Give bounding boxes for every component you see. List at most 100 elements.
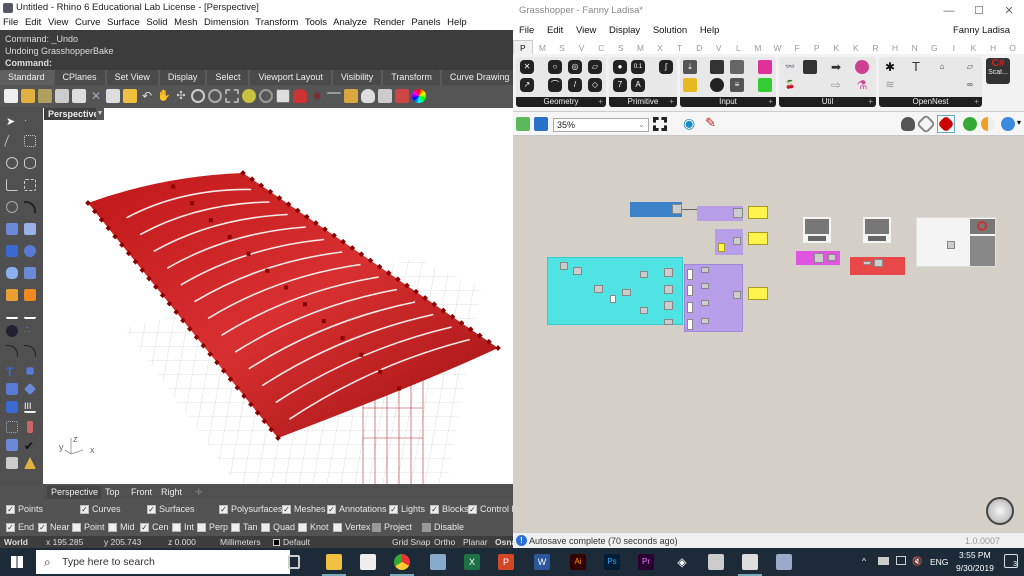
toggle-icon[interactable] xyxy=(710,60,724,74)
galapagos-icon[interactable] xyxy=(855,60,869,74)
polyline-icon[interactable] xyxy=(3,135,21,147)
purple-group[interactable] xyxy=(715,229,743,255)
filter-blocks[interactable]: ✓ Blocks xyxy=(430,504,469,514)
powerpoint-icon[interactable]: P xyxy=(498,554,514,570)
gh-menu-solution[interactable]: Solution xyxy=(653,25,687,36)
nest-icon[interactable]: ✱ xyxy=(883,60,897,74)
render-material-icon[interactable] xyxy=(24,457,36,469)
viewport-tab-right[interactable]: Right xyxy=(157,486,187,499)
preview-eye-icon[interactable]: ◉ xyxy=(683,115,695,132)
clock-time[interactable]: 3:55 PM xyxy=(959,550,991,560)
gh-component[interactable] xyxy=(733,291,741,299)
cluster-icon[interactable] xyxy=(803,60,817,74)
gh-tab-display[interactable]: D xyxy=(689,41,709,54)
checkbox-checked-icon[interactable]: ✓ xyxy=(6,522,15,532)
action-center-icon[interactable]: 3 xyxy=(1004,554,1018,568)
menu-file[interactable]: File xyxy=(3,17,18,28)
show-hidden-icons-chevron-icon[interactable]: ^ xyxy=(862,556,866,566)
join-icon[interactable] xyxy=(24,307,36,319)
rotate-icon[interactable] xyxy=(259,89,273,103)
gh-tab-sets[interactable]: S xyxy=(552,41,572,54)
chevron-down-icon[interactable]: ⌄ xyxy=(638,119,645,131)
cut-icon[interactable]: ✕ xyxy=(89,89,103,103)
white-group[interactable] xyxy=(916,217,996,267)
zoom-window-icon[interactable] xyxy=(208,89,222,103)
line-param-icon[interactable]: / xyxy=(568,78,582,92)
gh-menu-file[interactable]: File xyxy=(519,25,534,36)
trim-icon[interactable] xyxy=(24,289,36,301)
split-icon[interactable] xyxy=(6,307,18,319)
checkbox-checked-icon[interactable]: ✓ xyxy=(282,504,291,514)
gh-tab-v[interactable]: V xyxy=(709,41,729,54)
paste-icon[interactable] xyxy=(123,89,137,103)
wifi-icon[interactable]: ≋ xyxy=(883,78,897,92)
text-icon[interactable]: T xyxy=(6,365,18,379)
grasshopper-canvas[interactable] xyxy=(513,137,1024,532)
tab-set-view[interactable]: Set View xyxy=(106,70,158,85)
gh-tab-intersect[interactable]: X xyxy=(650,41,670,54)
viewport-tab-top[interactable]: Top xyxy=(101,486,124,499)
checkbox-checked-icon[interactable]: ✓ xyxy=(6,504,15,514)
filter-control-points[interactable]: ✓Control P xyxy=(468,504,513,514)
gh-tab-maths[interactable]: M xyxy=(533,41,553,54)
start-button[interactable] xyxy=(0,548,34,576)
excel-icon[interactable]: X xyxy=(464,554,480,570)
loft-icon[interactable] xyxy=(24,223,36,235)
gh-component[interactable] xyxy=(640,271,648,278)
save-icon[interactable] xyxy=(38,89,52,103)
command-input[interactable]: Command: xyxy=(5,57,508,69)
data-output-icon[interactable]: ➡ xyxy=(829,60,843,74)
gh-tab-m[interactable]: M xyxy=(748,41,768,54)
checkbox-unchecked-icon[interactable] xyxy=(108,522,117,532)
group-icon[interactable] xyxy=(6,401,18,413)
gh-tab-f[interactable]: F xyxy=(787,41,807,54)
blue-group[interactable] xyxy=(630,202,682,217)
filter-annotations[interactable]: ✓ Annotations xyxy=(327,504,387,514)
paint-icon[interactable] xyxy=(430,554,446,570)
filter-lights[interactable]: ✓ Lights xyxy=(389,504,425,514)
boolean-param-icon[interactable]: ● xyxy=(613,60,627,74)
osnap-tan[interactable]: Tan xyxy=(231,522,258,532)
checkbox-checked-icon[interactable]: ✓ xyxy=(219,504,228,514)
dimension-icon[interactable] xyxy=(26,367,34,375)
gh-component[interactable] xyxy=(863,261,871,265)
zoom-selected-icon[interactable] xyxy=(242,89,256,103)
expand-icon[interactable]: + xyxy=(974,97,979,107)
analyze-icon[interactable] xyxy=(6,457,18,469)
sketch-pen-icon[interactable]: ✎ xyxy=(705,115,716,131)
gh-component[interactable] xyxy=(672,204,682,214)
move-icon[interactable] xyxy=(24,383,36,395)
circle-icon[interactable] xyxy=(6,157,18,169)
gh-panel[interactable] xyxy=(687,285,693,296)
arc-param-icon[interactable]: ◎ xyxy=(568,60,582,74)
layer-icon[interactable] xyxy=(6,439,18,451)
gh-component[interactable] xyxy=(701,267,709,273)
rhino-icon[interactable] xyxy=(742,554,758,570)
clock-date[interactable]: 9/30/2019 xyxy=(956,563,994,573)
gh-component[interactable] xyxy=(560,262,568,270)
document-preview-icon[interactable] xyxy=(1001,117,1015,131)
domain-param-icon[interactable]: ∫ xyxy=(659,60,673,74)
menu-view[interactable]: View xyxy=(48,17,68,28)
checkbox-checked-icon[interactable]: ✓ xyxy=(327,504,336,514)
gh-component[interactable] xyxy=(664,319,673,325)
vector-param-icon[interactable]: ↗ xyxy=(520,78,534,92)
points-icon[interactable]: ∴ xyxy=(24,325,36,337)
gh-tab-vector[interactable]: V xyxy=(572,41,592,54)
gh-tab-r[interactable]: R xyxy=(866,41,886,54)
explode-icon[interactable] xyxy=(6,289,18,301)
colour-swatch-icon[interactable] xyxy=(758,78,772,92)
gh-component[interactable] xyxy=(664,301,673,310)
gh-component[interactable] xyxy=(947,241,955,249)
material-preview-icon[interactable] xyxy=(981,117,995,131)
gh-component[interactable] xyxy=(733,237,741,245)
checkbox-disabled-icon[interactable] xyxy=(372,522,381,532)
illustrator-icon[interactable]: Ai xyxy=(570,554,586,570)
unity-icon[interactable]: ◈ xyxy=(674,554,690,570)
menu-tools[interactable]: Tools xyxy=(305,17,327,28)
undo-icon[interactable]: ↶ xyxy=(140,89,154,103)
gh-tab-h2[interactable]: H xyxy=(983,41,1003,54)
menu-mesh[interactable]: Mesh xyxy=(174,17,197,28)
mesh-icon[interactable] xyxy=(24,267,36,279)
navigation-compass[interactable] xyxy=(986,497,1014,525)
